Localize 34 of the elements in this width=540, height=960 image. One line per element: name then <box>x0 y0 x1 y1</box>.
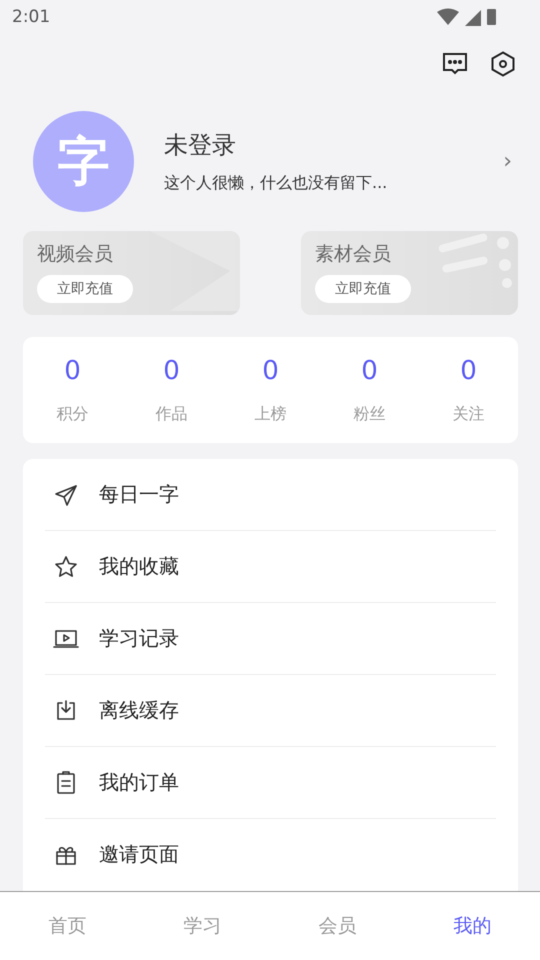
membership-card[interactable]: 素材会员 立即充值 <box>301 231 518 316</box>
recharge-button[interactable]: 立即充值 <box>315 275 411 304</box>
menu-item[interactable]: 离线缓存 <box>99 697 179 724</box>
menu-item[interactable]: 每日一字 <box>99 481 179 508</box>
signal-icon <box>465 8 481 26</box>
membership-title: 素材会员 <box>315 242 392 268</box>
stat-label[interactable]: 上榜 <box>254 404 286 425</box>
status-time: 2:01 <box>12 7 50 27</box>
membership-title: 视频会员 <box>37 242 114 268</box>
menu-item[interactable]: 学习记录 <box>99 625 179 652</box>
user-name[interactable]: 未登录 <box>164 129 504 162</box>
stat-value[interactable]: 0 <box>460 356 477 386</box>
stat-label[interactable]: 粉丝 <box>354 404 386 425</box>
stat-label[interactable]: 积分 <box>56 404 88 425</box>
stat-value[interactable]: 0 <box>361 356 378 386</box>
stat-label[interactable]: 作品 <box>156 404 188 425</box>
nav-tab[interactable]: 我的 <box>405 892 540 960</box>
battery-icon <box>487 9 496 25</box>
recharge-button[interactable]: 立即充值 <box>37 275 133 304</box>
stat-label[interactable]: 关注 <box>452 404 484 425</box>
nav-tab[interactable]: 会员 <box>270 892 405 960</box>
star-icon <box>53 554 79 580</box>
user-bio: 这个人很懒，什么也没有留下... <box>164 173 388 194</box>
stat-value[interactable]: 0 <box>64 356 81 386</box>
nav-tab[interactable]: 学习 <box>135 892 270 960</box>
stat-value[interactable]: 0 <box>163 356 180 386</box>
stat-value[interactable]: 0 <box>262 356 279 386</box>
menu-item[interactable]: 邀请页面 <box>99 841 179 868</box>
chevron-icon[interactable]: › <box>503 149 512 174</box>
nav-tab[interactable]: 首页 <box>0 892 135 960</box>
menu-item[interactable]: 我的收藏 <box>99 553 179 580</box>
membership-card[interactable]: 视频会员 立即充值 <box>23 231 240 316</box>
menu-item[interactable]: 我的订单 <box>99 769 179 796</box>
wifi-icon <box>437 8 459 26</box>
